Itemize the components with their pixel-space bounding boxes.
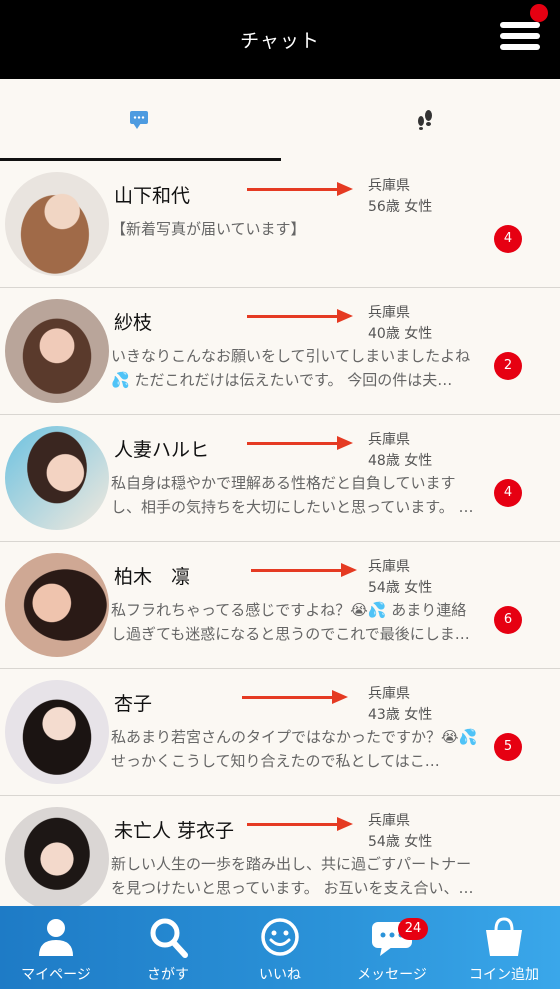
chat-age-sex: 56歳 女性	[368, 199, 433, 215]
chat-last-message: 【新着写真が届いています】	[111, 220, 306, 238]
arrow-icon	[247, 182, 353, 196]
shopping-bag-icon	[486, 917, 522, 956]
avatar[interactable]	[5, 553, 109, 657]
arrow-icon	[247, 309, 353, 323]
chat-age-sex: 48歳 女性	[368, 453, 433, 469]
arrow-icon	[247, 817, 353, 831]
smiley-icon	[261, 918, 299, 956]
unread-badge: 4	[494, 479, 522, 507]
unread-badge: 2	[494, 352, 522, 380]
avatar[interactable]	[5, 680, 109, 784]
message-count-badge: 24	[398, 918, 428, 940]
chat-list-item[interactable]: 紗枝 兵庫県 40歳 女性 いきなりこんなお願いをして引いてしまいましたよね💦 …	[0, 288, 560, 415]
chat-name: 柏木 凛	[114, 566, 191, 588]
chat-name: 山下和代	[114, 185, 191, 207]
app-header: チャット	[0, 0, 560, 79]
nav-label: メッセージ	[357, 967, 427, 983]
page-title: チャット	[240, 30, 320, 52]
footprints-icon	[418, 110, 434, 130]
chat-prefecture: 兵庫県	[368, 305, 410, 321]
chat-prefecture: 兵庫県	[368, 686, 410, 702]
chat-list-item[interactable]: 人妻ハルヒ 兵庫県 48歳 女性 私自身は穏やかで理解ある性格だと自負しています…	[0, 415, 560, 542]
tab-chat[interactable]	[0, 79, 281, 161]
avatar[interactable]	[5, 172, 109, 276]
nav-message[interactable]: メッセージ	[336, 906, 448, 989]
chat-prefecture: 兵庫県	[368, 559, 410, 575]
nav-label: いいね	[259, 967, 301, 983]
chat-list-item[interactable]: 杏子 兵庫県 43歳 女性 私あまり若宮さんのタイプではなかったですか？😭💦 せ…	[0, 669, 560, 796]
tab-footprints[interactable]	[281, 79, 560, 161]
unread-badge: 4	[494, 225, 522, 253]
chat-age-sex: 40歳 女性	[368, 326, 433, 342]
nav-like[interactable]: いいね	[224, 906, 336, 989]
chat-list-item[interactable]: 山下和代 兵庫県 56歳 女性 【新着写真が届いています】 4	[0, 161, 560, 288]
nav-mypage[interactable]: マイページ	[0, 906, 112, 989]
chat-last-message: 新しい人生の一歩を踏み出し、共に過ごすパートナーを見つけたいと思っています。 お…	[111, 855, 474, 897]
chat-last-message: 私自身は穏やかで理解ある性格だと自負していますし、相手の気持ちを大切にしたいと思…	[111, 474, 474, 516]
avatar[interactable]	[5, 807, 109, 911]
nav-coin[interactable]: コイン追加	[448, 906, 560, 989]
person-icon	[39, 919, 73, 956]
chat-bubble-icon	[130, 111, 148, 129]
chat-name: 杏子	[114, 693, 153, 715]
chat-prefecture: 兵庫県	[368, 432, 410, 448]
chat-name: 人妻ハルヒ	[114, 439, 210, 461]
arrow-icon	[247, 436, 353, 450]
chat-age-sex: 43歳 女性	[368, 707, 433, 723]
search-icon	[150, 918, 188, 958]
avatar[interactable]	[5, 299, 109, 403]
bottom-navigation: マイページ さがす いいね メッセージ コイン追加	[0, 906, 560, 989]
chat-prefecture: 兵庫県	[368, 178, 410, 194]
chat-age-sex: 54歳 女性	[368, 834, 433, 850]
chat-name: 未亡人 芽衣子	[114, 820, 235, 842]
chat-prefecture: 兵庫県	[368, 813, 410, 829]
nav-search[interactable]: さがす	[112, 906, 224, 989]
chat-last-message: 私フラれちゃってる感じですよね？😭💦 あまり連絡し過ぎても迷惑になると思うのでこ…	[111, 601, 470, 643]
nav-label: さがす	[147, 967, 189, 983]
chat-list-item[interactable]: 柏木 凛 兵庫県 54歳 女性 私フラれちゃってる感じですよね？😭💦 あまり連絡…	[0, 542, 560, 669]
chat-last-message: 私あまり若宮さんのタイプではなかったですか？😭💦 せっかくこうして知り合えたので…	[111, 728, 478, 770]
chat-name: 紗枝	[114, 312, 153, 334]
nav-label: マイページ	[21, 967, 91, 983]
nav-label: コイン追加	[469, 967, 539, 983]
unread-badge: 5	[494, 733, 522, 761]
avatar[interactable]	[5, 426, 109, 530]
arrow-icon	[251, 563, 357, 577]
chat-age-sex: 54歳 女性	[368, 580, 433, 596]
tab-bar	[0, 79, 560, 161]
notification-dot	[530, 4, 548, 22]
unread-badge: 6	[494, 606, 522, 634]
chat-last-message: いきなりこんなお願いをして引いてしまいましたよね💦 ただこれだけは伝えたいです。…	[111, 347, 471, 389]
hamburger-menu-button[interactable]	[500, 4, 548, 56]
arrow-icon	[242, 690, 348, 704]
chat-list-item[interactable]: 未亡人 芽衣子 兵庫県 54歳 女性 新しい人生の一歩を踏み出し、共に過ごすパー…	[0, 796, 560, 923]
